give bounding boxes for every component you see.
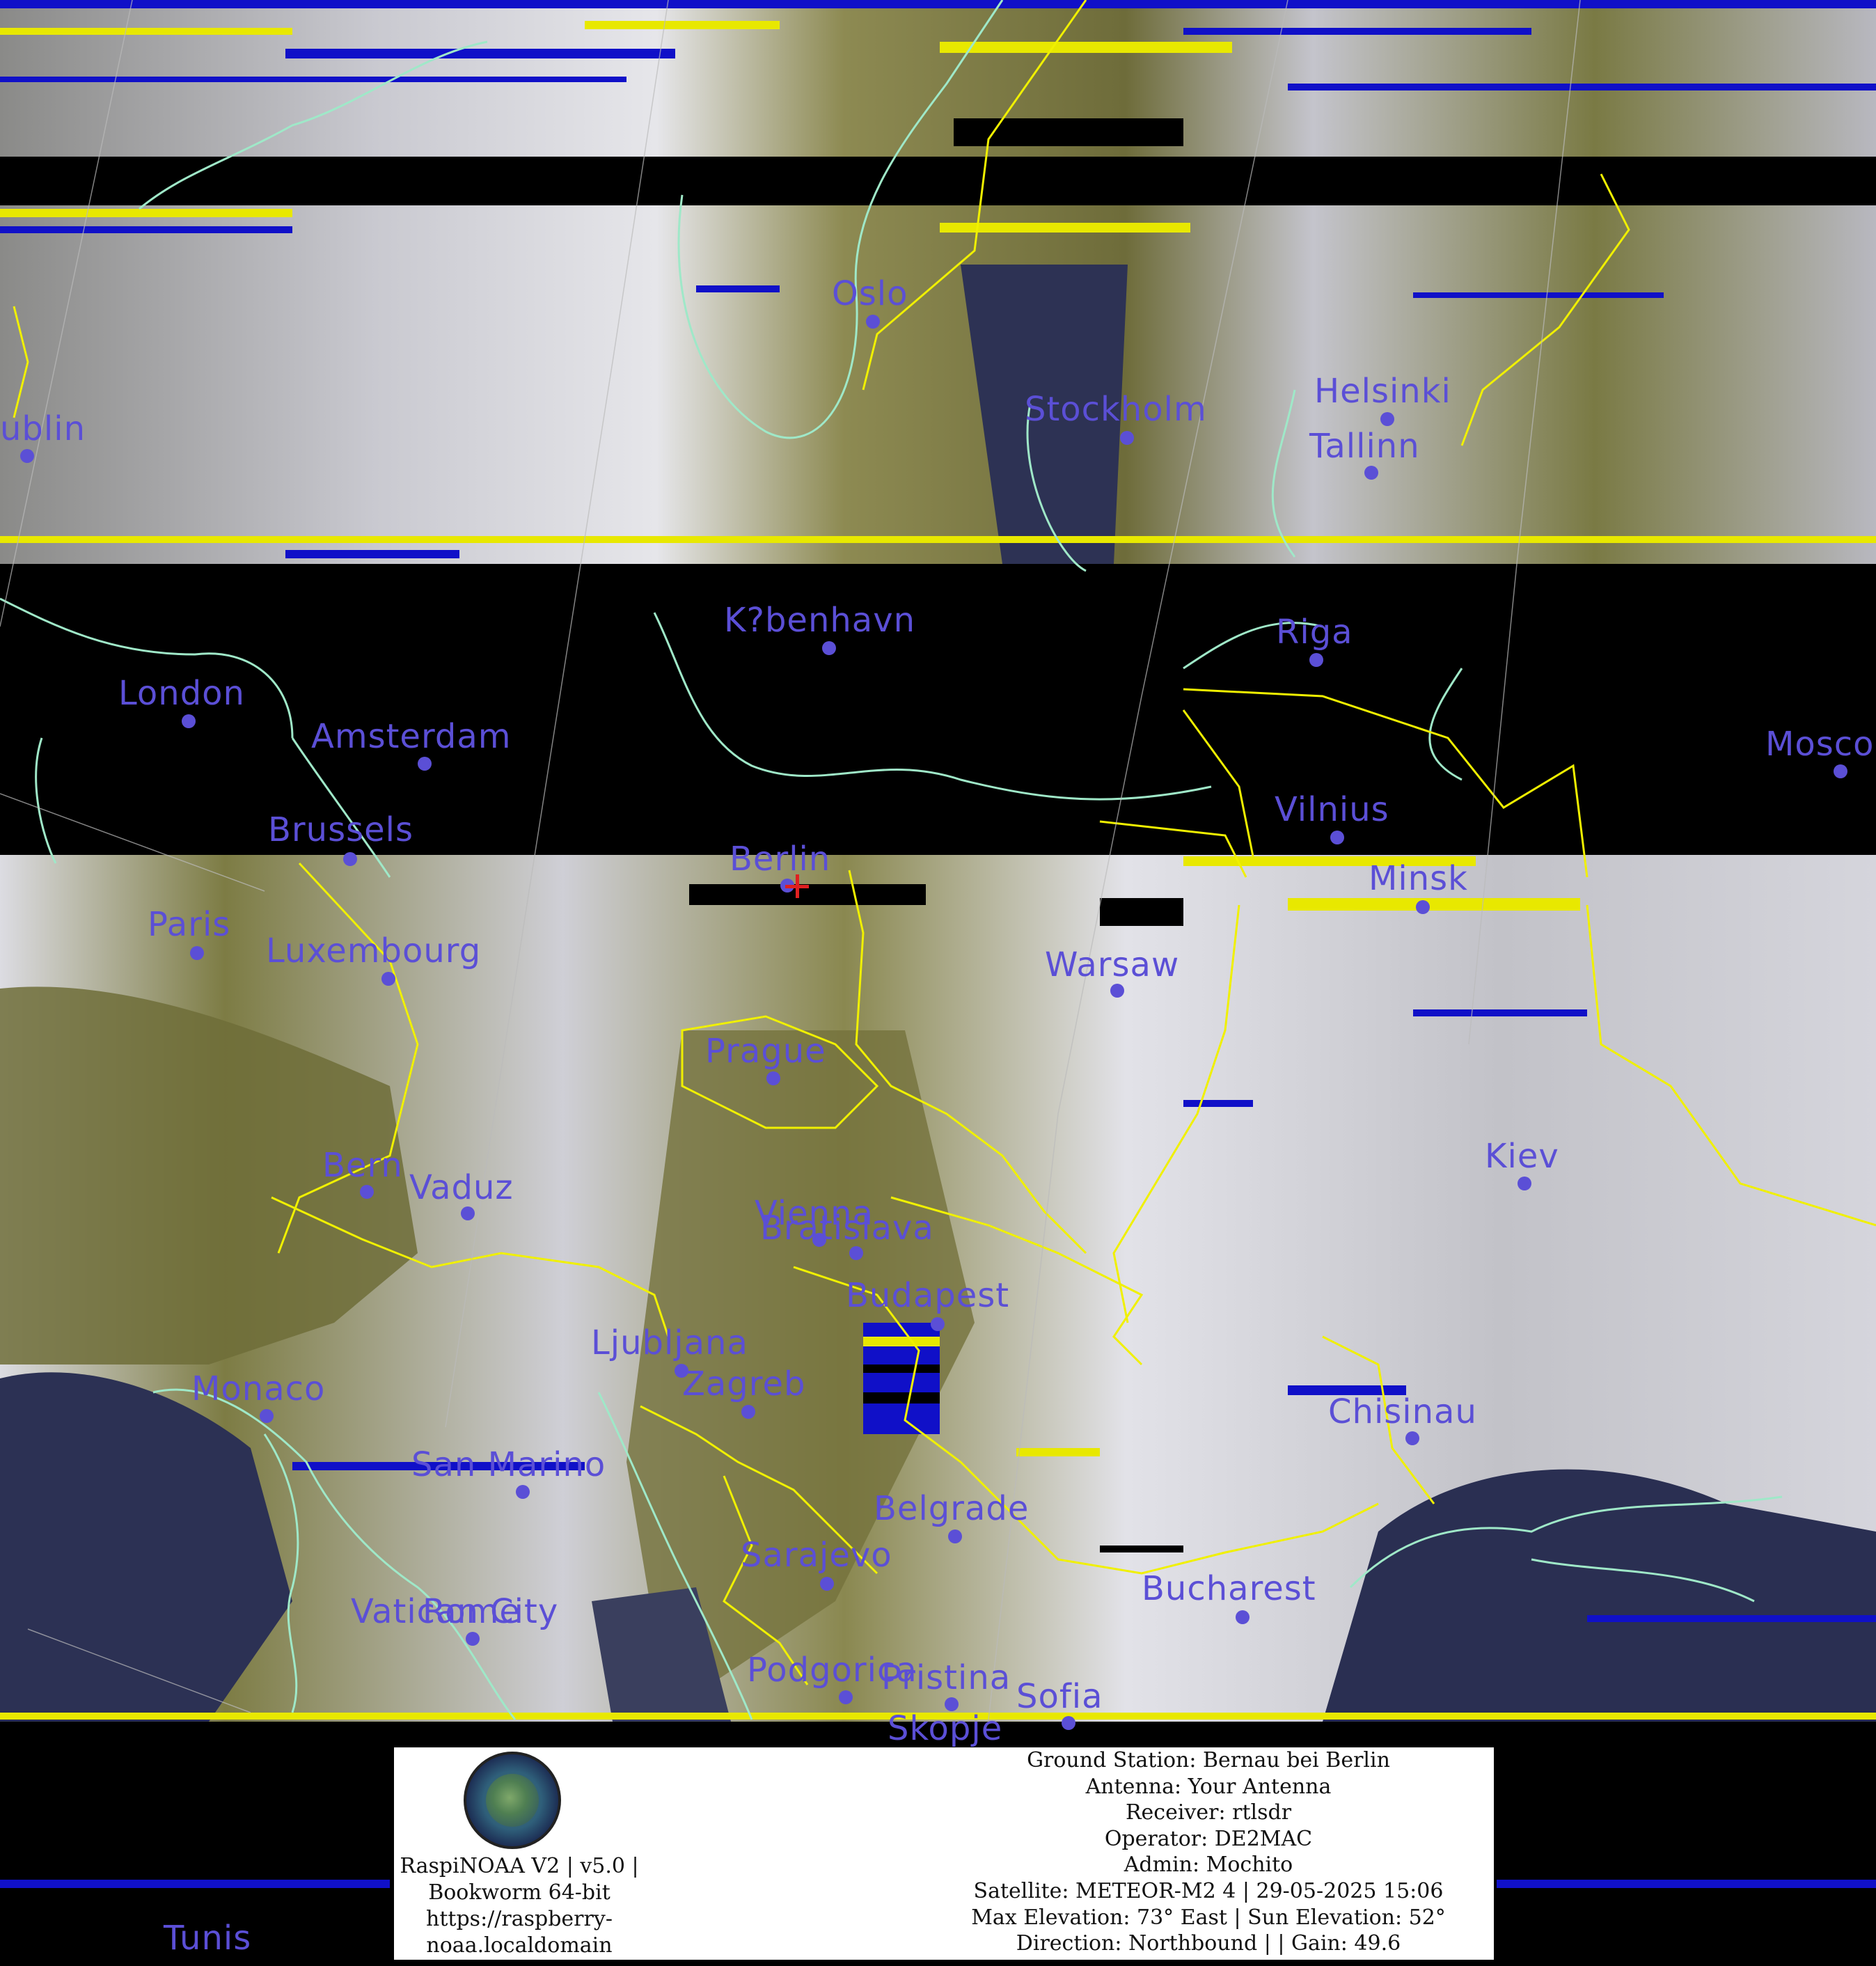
city-label: Mosco bbox=[1765, 725, 1875, 764]
admin-line: Admin: Mochito bbox=[1124, 1853, 1293, 1878]
city-label: Bern bbox=[322, 1146, 403, 1185]
city-label: Amsterdam bbox=[311, 717, 512, 756]
city-dot bbox=[1062, 1716, 1075, 1730]
city-label: Oslo bbox=[832, 274, 908, 313]
city-label: Budapest bbox=[846, 1276, 1010, 1315]
city-label: Ljubljana bbox=[591, 1323, 748, 1362]
info-box: RaspiNOAA V2 | v5.0 | Bookworm 64-bit ht… bbox=[394, 1747, 1494, 1960]
ground-station-line: Ground Station: Bernau bei Berlin bbox=[1027, 1748, 1390, 1772]
city-label: Tunis bbox=[164, 1919, 252, 1958]
software-info: RaspiNOAA V2 | v5.0 | Bookworm 64-bit ht… bbox=[394, 1853, 645, 1959]
city-label: Helsinki bbox=[1314, 372, 1451, 411]
city-label: Warsaw bbox=[1045, 945, 1180, 984]
city-label: Berlin bbox=[730, 840, 831, 879]
city-dot bbox=[1518, 1177, 1531, 1190]
antenna-line: Antenna: Your Antenna bbox=[1085, 1774, 1332, 1799]
city-dot bbox=[766, 1071, 780, 1085]
city-label: Kiev bbox=[1485, 1137, 1559, 1176]
city-dot bbox=[1120, 431, 1134, 445]
software-line: https://raspberry- bbox=[426, 1907, 613, 1931]
city-dot bbox=[466, 1632, 480, 1646]
city-dot bbox=[1309, 653, 1323, 667]
city-dot bbox=[948, 1529, 962, 1543]
city-label: Vilnius bbox=[1275, 790, 1389, 829]
city-label: London bbox=[118, 674, 245, 713]
software-line: noaa.localdomain bbox=[426, 1933, 613, 1958]
city-label: K?benhavn bbox=[724, 601, 916, 640]
software-line: Bookworm 64-bit bbox=[428, 1880, 610, 1905]
ground-station-marker-icon bbox=[785, 874, 809, 898]
city-label: Sarajevo bbox=[741, 1536, 892, 1575]
city-label: Bucharest bbox=[1142, 1569, 1316, 1608]
city-dot bbox=[1405, 1431, 1419, 1445]
city-dot bbox=[1416, 900, 1430, 914]
city-dot bbox=[381, 972, 395, 986]
city-dot bbox=[1380, 412, 1394, 426]
city-label: Minsk bbox=[1369, 859, 1468, 898]
city-dot bbox=[822, 641, 836, 655]
city-label: Monaco bbox=[191, 1369, 326, 1408]
city-dot bbox=[1834, 764, 1847, 778]
city-label: Prague bbox=[705, 1032, 826, 1071]
city-dot bbox=[360, 1185, 374, 1199]
city-label: Belgrade bbox=[874, 1489, 1030, 1528]
city-label: Brussels bbox=[268, 810, 413, 849]
city-dot bbox=[866, 315, 880, 329]
city-dot bbox=[1110, 984, 1124, 998]
city-dot bbox=[741, 1405, 755, 1419]
city-dot bbox=[931, 1317, 945, 1331]
city-label: Zagreb bbox=[682, 1365, 806, 1403]
receiver-line: Receiver: rtlsdr bbox=[1125, 1800, 1292, 1825]
city-dot bbox=[849, 1246, 863, 1260]
city-label: Bratislava bbox=[760, 1209, 934, 1248]
station-info: Ground Station: Bernau bei Berlin Antenn… bbox=[923, 1747, 1494, 1957]
city-label: Stockholm bbox=[1025, 390, 1207, 429]
city-label: Luxembourg bbox=[266, 931, 482, 970]
city-label: Tallinn bbox=[1309, 427, 1420, 466]
city-label: San Marino bbox=[411, 1445, 606, 1484]
satellite-line: Satellite: METEOR-M2 4 | 29-05-2025 15:0… bbox=[973, 1878, 1444, 1903]
city-label: Paris bbox=[148, 905, 231, 944]
city-dot bbox=[190, 946, 204, 960]
direction-line: Direction: Northbound | | Gain: 49.6 bbox=[1016, 1931, 1401, 1956]
city-label: ublin bbox=[0, 409, 86, 448]
city-dot bbox=[820, 1577, 834, 1591]
raspinoaa-logo-icon bbox=[464, 1752, 561, 1849]
city-label: Chisinau bbox=[1328, 1392, 1477, 1431]
city-dot bbox=[1236, 1610, 1250, 1624]
software-line: RaspiNOAA V2 | v5.0 | bbox=[400, 1854, 639, 1878]
city-dot bbox=[839, 1690, 853, 1704]
city-dot bbox=[260, 1409, 274, 1423]
city-dot bbox=[461, 1206, 475, 1220]
city-dot bbox=[1364, 466, 1378, 480]
city-label: Pristina bbox=[881, 1658, 1011, 1697]
city-dot bbox=[418, 757, 432, 771]
city-dot bbox=[343, 852, 357, 866]
city-dot bbox=[20, 449, 34, 463]
city-label: Skopje bbox=[888, 1709, 1003, 1748]
city-dot bbox=[1330, 831, 1344, 844]
city-label: Riga bbox=[1276, 613, 1353, 652]
city-label: Sofia bbox=[1016, 1677, 1103, 1716]
operator-line: Operator: DE2MAC bbox=[1104, 1826, 1313, 1851]
elevation-line: Max Elevation: 73° East | Sun Elevation:… bbox=[971, 1905, 1446, 1930]
logo-globe bbox=[486, 1774, 539, 1827]
city-label: Rome bbox=[423, 1592, 521, 1631]
city-dot bbox=[516, 1485, 530, 1499]
satellite-image: ublin Oslo Stockholm Helsinki Tallinn K?… bbox=[0, 0, 1876, 1966]
city-label: Vaduz bbox=[409, 1168, 514, 1207]
city-dot bbox=[182, 714, 196, 728]
